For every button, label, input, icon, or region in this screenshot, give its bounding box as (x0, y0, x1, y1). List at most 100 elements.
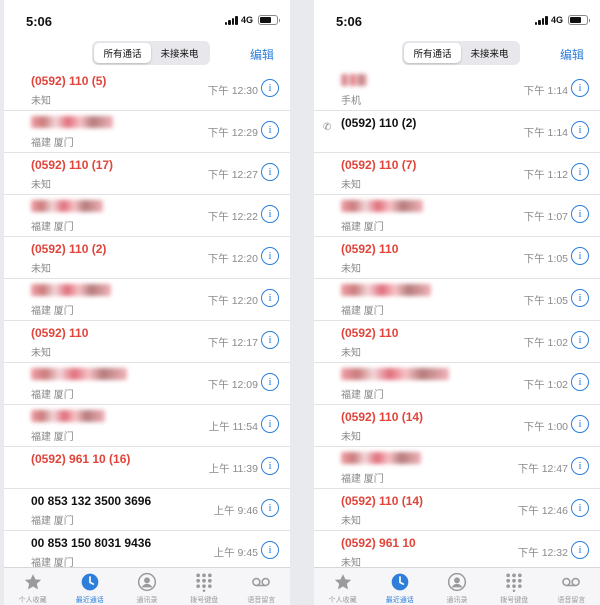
call-row[interactable]: 福建 厦门 上午 11:54 i (4, 405, 290, 447)
call-row[interactable]: 福建 厦门 下午 1:07 i (314, 195, 600, 237)
info-icon[interactable]: i (261, 415, 279, 433)
redacted-name (31, 410, 105, 422)
call-row[interactable]: 手机 下午 1:14 i (314, 69, 600, 111)
info-icon[interactable]: i (571, 205, 589, 223)
call-row[interactable]: 福建 厦门 下午 1:02 i (314, 363, 600, 405)
tab-clock[interactable]: 最近通话 (61, 568, 118, 605)
call-row[interactable]: (0592) 110 未知 下午 1:05 i (314, 237, 600, 279)
call-row[interactable]: ✆ (0592) 110 (2) 下午 1:14 i (314, 111, 600, 153)
call-row[interactable]: (0592) 110 (14) 未知 下午 12:46 i (314, 489, 600, 531)
caller-name: (0592) 961 10 (341, 536, 416, 550)
tab-label: 语音留言 (247, 597, 276, 604)
info-icon[interactable]: i (261, 247, 279, 265)
edit-button[interactable]: 编辑 (560, 46, 584, 63)
caller-location: 未知 (341, 348, 361, 359)
network-type: 4G (550, 15, 563, 25)
info-icon[interactable]: i (261, 205, 279, 223)
tab-missed-calls[interactable]: 未接来电 (461, 43, 518, 63)
info-icon[interactable]: i (261, 499, 279, 517)
tab-all-calls[interactable]: 所有通话 (404, 43, 461, 63)
info-icon[interactable]: i (261, 373, 279, 391)
info-icon[interactable]: i (261, 121, 279, 139)
call-row[interactable]: 福建 厦门 下午 12:20 i (4, 279, 290, 321)
tab-label: 拨号键盘 (500, 597, 529, 604)
call-time: 下午 12:46 (517, 505, 568, 517)
tab-missed-calls[interactable]: 未接来电 (151, 43, 208, 63)
call-time: 下午 1:12 (523, 169, 568, 181)
call-row[interactable]: (0592) 110 (7) 未知 下午 1:12 i (314, 153, 600, 195)
call-time: 下午 1:14 (523, 127, 568, 139)
call-filter-segmented-control: 所有通话 未接来电 (92, 41, 210, 65)
voicemail-icon (561, 572, 581, 592)
caller-location: 福建 厦门 (341, 306, 384, 317)
signal-icon (534, 15, 548, 25)
tab-keypad[interactable]: 拨号键盘 (486, 568, 543, 605)
tab-contacts[interactable]: 通讯录 (428, 568, 485, 605)
call-time: 下午 1:00 (523, 421, 568, 433)
call-row[interactable]: 福建 厦门 下午 12:22 i (4, 195, 290, 237)
call-row[interactable]: (0592) 961 10 (16) 上午 11:39 i (4, 447, 290, 489)
caller-name: (0592) 110 (14) (341, 494, 424, 508)
nav-bar: 所有通话 未接来电 编辑 (314, 40, 600, 68)
tab-star[interactable]: 个人收藏 (314, 568, 371, 605)
call-row[interactable]: (0592) 110 (2) 未知 下午 12:20 i (4, 237, 290, 279)
voicemail-icon (251, 572, 271, 592)
info-icon[interactable]: i (571, 79, 589, 97)
tab-keypad[interactable]: 拨号键盘 (176, 568, 233, 605)
caller-location: 福建 厦门 (341, 222, 384, 233)
redacted-name (341, 284, 431, 296)
edit-button[interactable]: 编辑 (250, 46, 274, 63)
call-row[interactable]: 福建 厦门 下午 12:29 i (4, 111, 290, 153)
info-icon[interactable]: i (571, 331, 589, 349)
tab-all-calls[interactable]: 所有通话 (94, 43, 151, 63)
status-time: 5:06 (26, 14, 53, 29)
redacted-name (341, 74, 367, 86)
tab-contacts[interactable]: 通讯录 (118, 568, 175, 605)
call-row[interactable]: 福建 厦门 下午 1:05 i (314, 279, 600, 321)
info-icon[interactable]: i (261, 163, 279, 181)
call-row[interactable]: 福建 厦门 下午 12:09 i (4, 363, 290, 405)
tab-voicemail[interactable]: 语音留言 (233, 568, 290, 605)
call-row[interactable]: (0592) 110 (14) 未知 下午 1:00 i (314, 405, 600, 447)
info-icon[interactable]: i (571, 121, 589, 139)
caller-name: (0592) 110 (341, 326, 399, 340)
call-row[interactable]: (0592) 110 未知 下午 12:17 i (4, 321, 290, 363)
caller-location: 福建 厦门 (31, 222, 74, 233)
call-time: 下午 12:20 (207, 253, 258, 265)
info-icon[interactable]: i (571, 499, 589, 517)
call-time: 下午 12:20 (207, 295, 258, 307)
call-time: 上午 11:54 (208, 421, 258, 433)
tab-clock[interactable]: 最近通话 (371, 568, 428, 605)
network-type: 4G (240, 15, 253, 25)
info-icon[interactable]: i (571, 373, 589, 391)
info-icon[interactable]: i (261, 79, 279, 97)
info-icon[interactable]: i (261, 457, 279, 475)
call-row[interactable]: 00 853 132 3500 3696 福建 厦门 上午 9:46 i (4, 489, 290, 531)
redacted-name (31, 368, 127, 380)
info-icon[interactable]: i (571, 163, 589, 181)
call-row[interactable]: (0592) 110 未知 下午 1:02 i (314, 321, 600, 363)
info-icon[interactable]: i (571, 289, 589, 307)
call-row[interactable]: (0592) 110 (5) 未知 下午 12:30 i (4, 69, 290, 111)
tab-label: 个人收藏 (18, 597, 47, 604)
tab-voicemail[interactable]: 语音留言 (543, 568, 600, 605)
call-row[interactable]: 福建 厦门 下午 12:47 i (314, 447, 600, 489)
tab-bar: 个人收藏 最近通话 通讯录 拨号键盘 语音留言 (4, 567, 290, 605)
info-icon[interactable]: i (571, 457, 589, 475)
caller-location: 未知 (341, 516, 361, 527)
tab-label: 最近通话 (385, 597, 414, 604)
tab-star[interactable]: 个人收藏 (4, 568, 61, 605)
caller-name: 00 853 132 3500 3696 (31, 494, 152, 508)
info-icon[interactable]: i (261, 331, 279, 349)
info-icon[interactable]: i (261, 541, 279, 559)
info-icon[interactable]: i (571, 247, 589, 265)
info-icon[interactable]: i (571, 541, 589, 559)
caller-name (341, 200, 423, 215)
caller-name (341, 368, 449, 383)
info-icon[interactable]: i (261, 289, 279, 307)
caller-location: 福建 厦门 (31, 432, 74, 443)
info-icon[interactable]: i (571, 415, 589, 433)
call-row[interactable]: (0592) 110 (17) 未知 下午 12:27 i (4, 153, 290, 195)
tab-label: 通讯录 (136, 597, 158, 604)
caller-location: 未知 (341, 432, 361, 443)
